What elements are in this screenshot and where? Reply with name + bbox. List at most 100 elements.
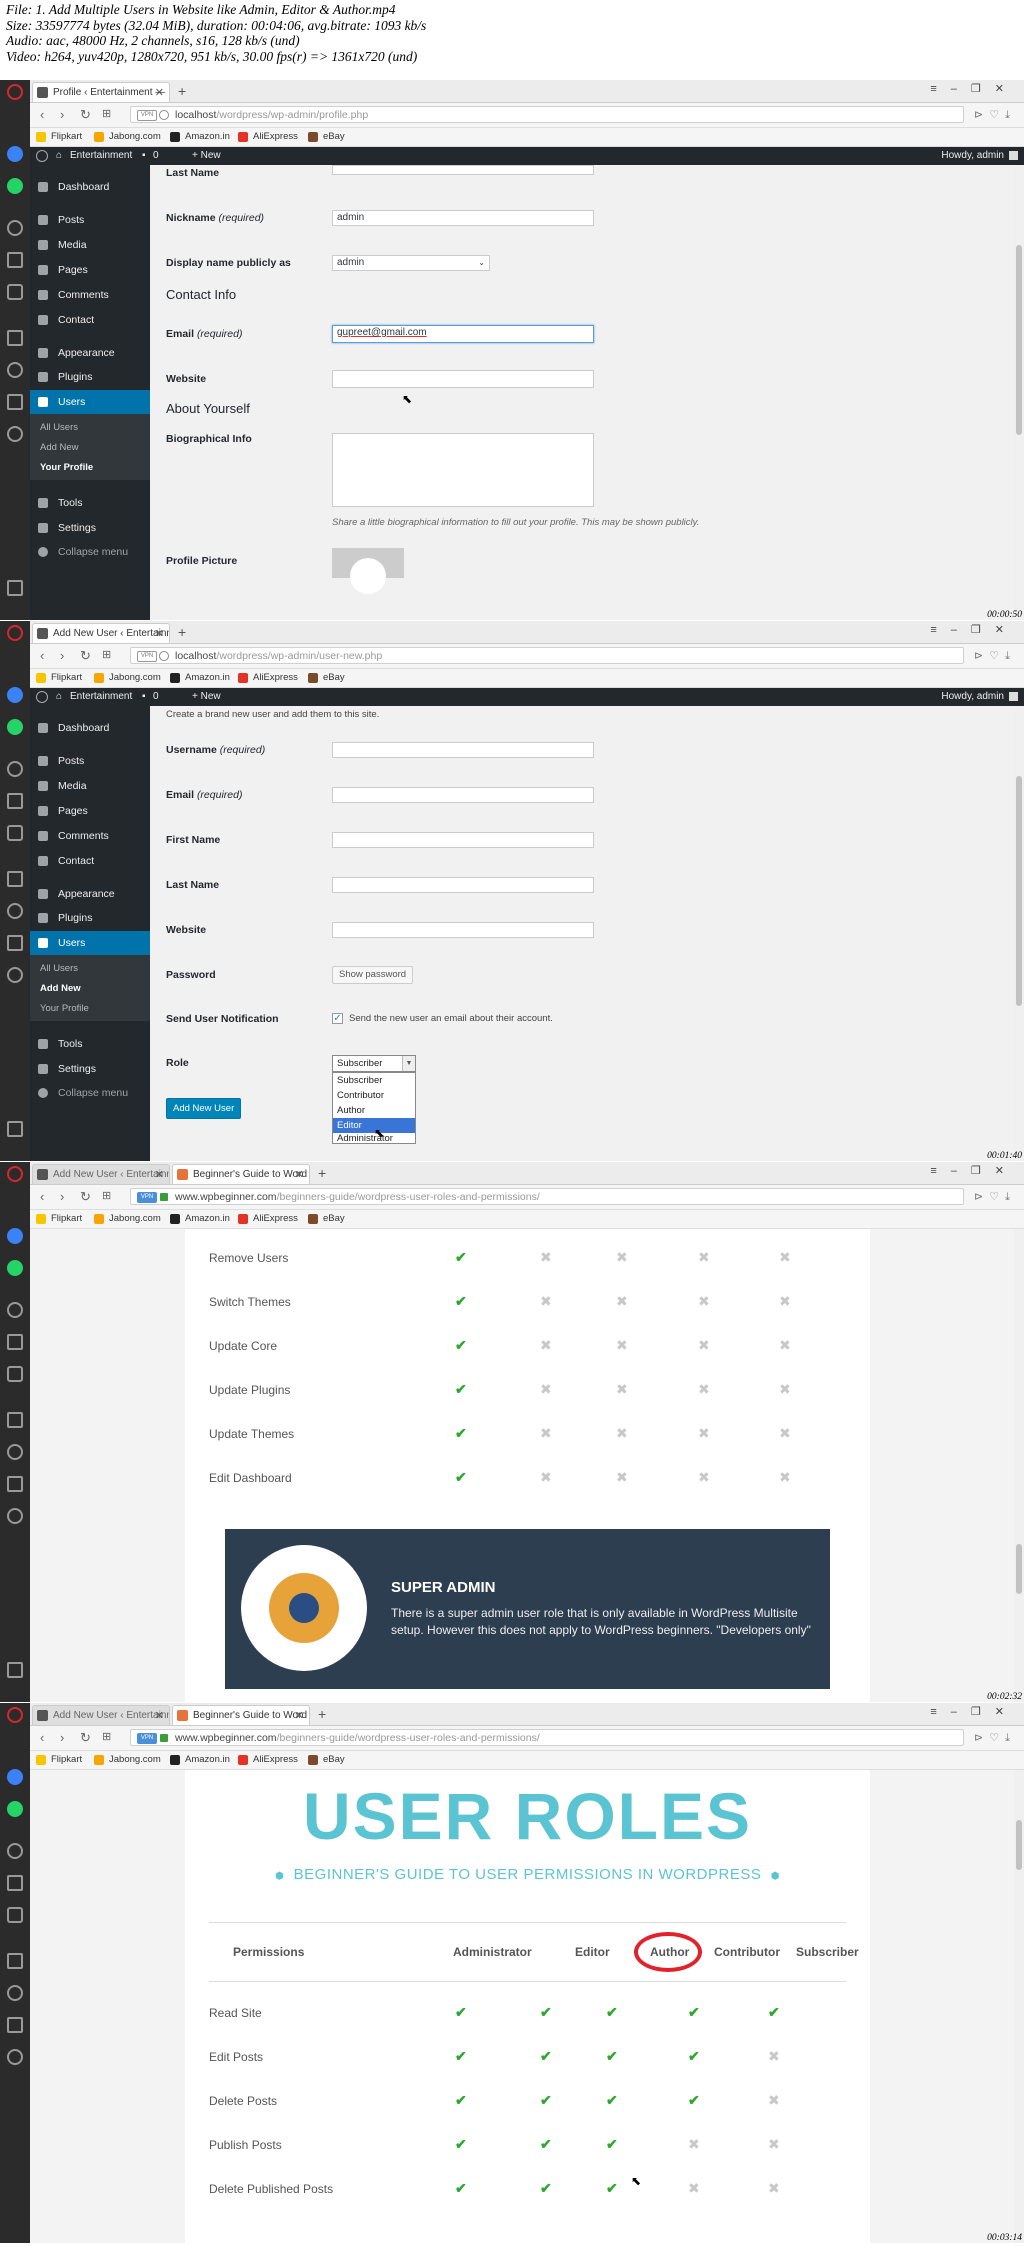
scrollbar-thumb[interactable]: [1016, 1544, 1022, 1594]
menu-comments[interactable]: Comments: [30, 283, 150, 307]
menu-settings[interactable]: Settings: [30, 1057, 150, 1081]
email-input[interactable]: gupreet@gmail.com: [332, 325, 594, 343]
menu-settings[interactable]: Settings: [30, 516, 150, 540]
close-icon[interactable]: ✕: [155, 624, 164, 643]
tab-profile[interactable]: Profile ‹ Entertainment — ✕: [32, 82, 170, 102]
role-option-contributor[interactable]: Contributor: [333, 1088, 415, 1103]
bookmark-flipkart[interactable]: Flipkart: [36, 128, 82, 146]
new-content-link[interactable]: + New: [192, 147, 221, 165]
comment-icon[interactable]: ▪: [142, 688, 146, 706]
close-icon[interactable]: ✕: [295, 1706, 304, 1725]
bookmark-aliexpress[interactable]: AliExpress: [238, 669, 298, 687]
messenger-icon[interactable]: [7, 146, 23, 162]
scrollbar[interactable]: [1014, 1229, 1024, 1702]
forward-icon[interactable]: ›: [60, 1730, 64, 1745]
history-icon[interactable]: [7, 2049, 23, 2065]
submenu-add-new[interactable]: Add New: [30, 979, 150, 999]
bookmark-jabong[interactable]: Jabong.com: [94, 669, 161, 687]
heart-icon[interactable]: [7, 1444, 23, 1460]
bookmark-flipkart[interactable]: Flipkart: [36, 1210, 82, 1228]
heart-icon[interactable]: [7, 362, 23, 378]
bookmark-ebay[interactable]: eBay: [308, 128, 345, 146]
grid-icon[interactable]: [7, 330, 23, 346]
tab-wpbeginner[interactable]: Beginner's Guide to Word ✕: [172, 1164, 310, 1184]
site-name-link[interactable]: Entertainment: [70, 147, 132, 165]
vpn-badge[interactable]: VPN: [137, 1733, 157, 1744]
heart-icon[interactable]: [7, 903, 23, 919]
menu-plugins[interactable]: Plugins: [30, 906, 150, 930]
url-input[interactable]: VPN www.wpbeginner.com/beginners-guide/w…: [130, 1729, 964, 1746]
new-tab-icon[interactable]: +: [178, 82, 186, 100]
bookmark-flipkart[interactable]: Flipkart: [36, 1751, 82, 1769]
scrollbar[interactable]: [1014, 165, 1024, 620]
address-tools[interactable]: ⊳♡⤓: [974, 649, 1016, 663]
back-icon[interactable]: ‹: [40, 107, 44, 122]
tabs-grid-icon[interactable]: ⊞: [102, 1189, 111, 1202]
heart-icon[interactable]: [7, 1985, 23, 2001]
new-tab-icon[interactable]: +: [318, 1164, 326, 1182]
bookmark-amazon[interactable]: Amazon.in: [170, 1751, 230, 1769]
menu-users[interactable]: Users: [30, 390, 150, 414]
wordpress-logo-icon[interactable]: [36, 150, 48, 162]
search-icon[interactable]: [7, 761, 23, 777]
camera-icon[interactable]: [7, 825, 23, 841]
bookmark-ebay[interactable]: eBay: [308, 669, 345, 687]
scrollbar-thumb[interactable]: [1016, 1820, 1022, 1870]
news-icon[interactable]: [7, 935, 23, 951]
bookmark-aliexpress[interactable]: AliExpress: [238, 1210, 298, 1228]
back-icon[interactable]: ‹: [40, 648, 44, 663]
news-icon[interactable]: [7, 1476, 23, 1492]
send-icon[interactable]: [7, 1334, 23, 1350]
vpn-badge[interactable]: VPN: [137, 110, 157, 121]
submenu-your-profile[interactable]: Your Profile: [30, 999, 150, 1019]
window-controls[interactable]: ≡–❐✕: [930, 1705, 1018, 1718]
whatsapp-icon[interactable]: [7, 178, 23, 194]
close-icon[interactable]: ✕: [155, 1706, 164, 1725]
search-icon[interactable]: [7, 1843, 23, 1859]
search-icon[interactable]: [7, 1302, 23, 1318]
whatsapp-icon[interactable]: [7, 1260, 23, 1276]
bookmark-amazon[interactable]: Amazon.in: [170, 128, 230, 146]
back-icon[interactable]: ‹: [40, 1730, 44, 1745]
username-input[interactable]: [332, 742, 594, 758]
menu-appearance[interactable]: Appearance: [30, 341, 150, 365]
reload-icon[interactable]: ↻: [80, 648, 91, 664]
window-controls[interactable]: ≡–❐✕: [930, 1164, 1018, 1177]
site-name-link[interactable]: Entertainment: [70, 688, 132, 706]
reload-icon[interactable]: ↻: [80, 1189, 91, 1205]
menu-collapse[interactable]: Collapse menu: [30, 540, 150, 564]
grid-icon[interactable]: [7, 1412, 23, 1428]
menu-comments[interactable]: Comments: [30, 824, 150, 848]
menu-contact[interactable]: Contact: [30, 308, 150, 332]
submenu-all-users[interactable]: All Users: [30, 959, 150, 979]
bookmark-amazon[interactable]: Amazon.in: [170, 1210, 230, 1228]
tabs-grid-icon[interactable]: ⊞: [102, 648, 111, 661]
news-icon[interactable]: [7, 2017, 23, 2033]
history-icon[interactable]: [7, 1508, 23, 1524]
submenu-add-new[interactable]: Add New: [30, 438, 150, 458]
submenu-all-users[interactable]: All Users: [30, 418, 150, 438]
scrollbar-thumb[interactable]: [1016, 776, 1022, 1006]
address-tools[interactable]: ⊳♡⤓: [974, 1731, 1016, 1745]
scrollbar-thumb[interactable]: [1016, 245, 1022, 435]
bookmark-jabong[interactable]: Jabong.com: [94, 1210, 161, 1228]
close-icon[interactable]: ✕: [155, 1165, 164, 1184]
website-input[interactable]: [332, 922, 594, 938]
camera-icon[interactable]: [7, 284, 23, 300]
menu-media[interactable]: Media: [30, 233, 150, 257]
bookmark-ebay[interactable]: eBay: [308, 1751, 345, 1769]
sidebar-toggle-icon[interactable]: [7, 1662, 23, 1678]
menu-posts[interactable]: Posts: [30, 208, 150, 232]
messenger-icon[interactable]: [7, 687, 23, 703]
display-name-select[interactable]: admin ⌄: [332, 255, 490, 271]
menu-collapse[interactable]: Collapse menu: [30, 1081, 150, 1105]
role-option-subscriber[interactable]: Subscriber: [333, 1073, 415, 1088]
reload-icon[interactable]: ↻: [80, 107, 91, 123]
menu-appearance[interactable]: Appearance: [30, 882, 150, 906]
vpn-badge[interactable]: VPN: [137, 1192, 157, 1203]
menu-pages[interactable]: Pages: [30, 799, 150, 823]
bio-textarea[interactable]: [332, 433, 594, 507]
howdy-user[interactable]: Howdy, admin: [941, 688, 1004, 706]
forward-icon[interactable]: ›: [60, 648, 64, 663]
sidebar-toggle-icon[interactable]: [7, 1121, 23, 1137]
